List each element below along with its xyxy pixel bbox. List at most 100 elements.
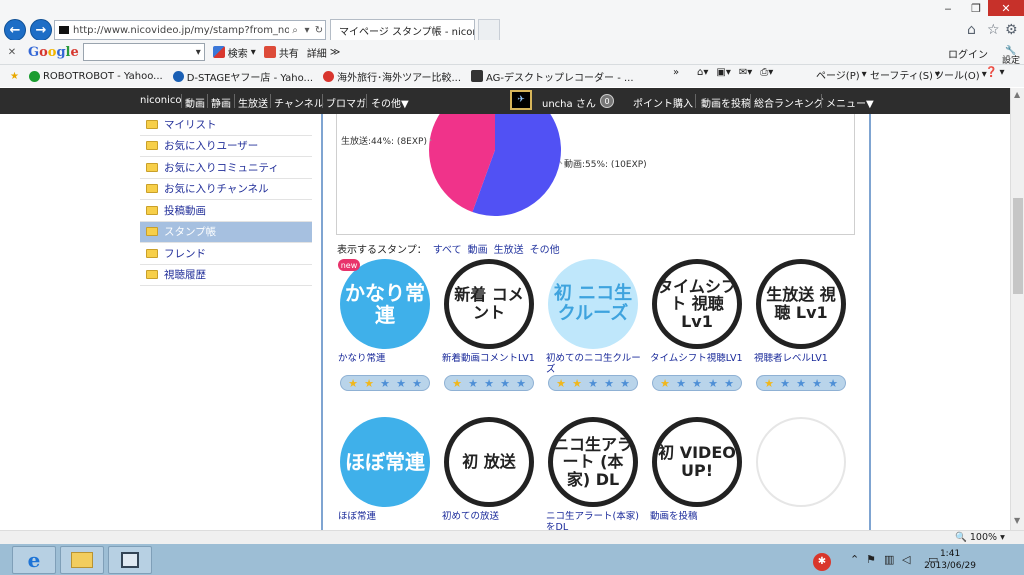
- avatar[interactable]: ✈: [510, 90, 532, 110]
- stamp-card[interactable]: タイムシフト 視聴 Lv1 タイムシフト視聴LV1 ★ ★ ★ ★ ★: [650, 259, 746, 391]
- sidebar-item-uploads[interactable]: 投稿動画: [140, 200, 312, 222]
- settings-button[interactable]: 🔧 設定: [1002, 46, 1020, 66]
- buy-points-link[interactable]: ポイント購入: [633, 95, 693, 110]
- refresh-icon[interactable]: ↻: [313, 25, 325, 36]
- post-video-link[interactable]: 動画を投稿: [701, 95, 751, 110]
- forward-button[interactable]: →: [30, 19, 52, 41]
- stamp-name[interactable]: ほぼ常連: [338, 511, 434, 530]
- sidebar-item-fav-channel[interactable]: お気に入りチャンネル: [140, 179, 312, 200]
- filter-other[interactable]: その他: [530, 245, 560, 256]
- stamp-card[interactable]: ほぼ常連 ほぼ常連: [338, 417, 434, 530]
- google-search-button[interactable]: 検索 ▾: [212, 45, 256, 60]
- restore-button[interactable]: ❐: [962, 0, 990, 16]
- stamp-card[interactable]: 初 ニコ生クルーズ 初めてのニコ生クルーズ ★ ★ ★ ★ ★: [546, 259, 642, 391]
- scroll-down-icon[interactable]: ▼: [1014, 516, 1020, 525]
- stamp-card[interactable]: かなり常連 new かなり常連 ★ ★ ★ ★ ★: [338, 259, 434, 391]
- filter-all[interactable]: すべて: [433, 245, 462, 256]
- tray-volume-icon[interactable]: ◁: [902, 553, 910, 566]
- minimize-button[interactable]: ‒: [934, 0, 962, 16]
- tools-menu[interactable]: ツール(O) ▾: [934, 67, 987, 82]
- stamp-image[interactable]: 初 ニコ生クルーズ: [548, 259, 638, 349]
- sidebar-item-fav-community[interactable]: お気に入りコミュニティ: [140, 157, 312, 179]
- stamp-name[interactable]: 動画を投稿: [650, 511, 746, 530]
- stamp-name[interactable]: [754, 511, 850, 530]
- tray-network-icon[interactable]: ▥: [884, 553, 894, 566]
- stamp-image[interactable]: ほぼ常連: [340, 417, 430, 507]
- home-command-icon[interactable]: ⌂▾: [697, 67, 708, 78]
- stamp-image[interactable]: 生放送 視聴 Lv1: [756, 259, 846, 349]
- stamp-card[interactable]: 初 放送初めての放送: [442, 417, 538, 530]
- zoom-control[interactable]: 🔍 100% ▾: [955, 532, 1005, 543]
- sidebar-item-stamp-book[interactable]: スタンプ帳: [140, 221, 312, 243]
- stamp-image[interactable]: 初 VIDEO UP!: [652, 417, 742, 507]
- stamp-card[interactable]: 初 VIDEO UP! 動画を投稿: [650, 417, 746, 530]
- home-icon[interactable]: ⌂: [967, 22, 976, 38]
- new-tab-button[interactable]: [478, 19, 500, 41]
- nav-seiga[interactable]: 静画: [211, 95, 231, 110]
- favorite-item[interactable]: D-STAGEヤフー店 - Yaho...: [172, 69, 313, 84]
- favorite-item[interactable]: 海外旅行･海外ツアー比較...: [323, 69, 461, 84]
- stamp-image[interactable]: タイムシフト 視聴 Lv1: [652, 259, 742, 349]
- help-menu[interactable]: ❓ ▾: [985, 67, 1004, 78]
- gear-icon[interactable]: ⚙: [1005, 22, 1018, 38]
- tray-alert-icon[interactable]: ✱: [813, 553, 831, 571]
- more-button[interactable]: 詳細 ≫: [307, 45, 340, 60]
- stamp-name[interactable]: ニコ生アラート(本家)をDL: [546, 511, 642, 530]
- search-icon[interactable]: ⌕: [289, 25, 301, 36]
- ranking-link[interactable]: 総合ランキング: [754, 95, 824, 110]
- stamp-name[interactable]: 視聴者レベルLV1: [754, 353, 850, 375]
- menu-dropdown[interactable]: メニュー▼: [826, 95, 874, 110]
- vertical-scrollbar[interactable]: ▲ ▼: [1010, 88, 1024, 530]
- nav-channel[interactable]: チャンネル: [274, 95, 324, 110]
- nav-niconico[interactable]: niconico: [140, 95, 181, 106]
- stamp-name[interactable]: 新着動画コメントLV1: [442, 353, 538, 375]
- sidebar-item-history[interactable]: 視聴履歴: [140, 265, 312, 286]
- google-search-input[interactable]: ▾: [82, 43, 205, 61]
- filter-video[interactable]: 動画: [468, 245, 488, 256]
- share-button[interactable]: 共有: [263, 45, 299, 60]
- taskbar-window-button[interactable]: [108, 546, 152, 574]
- taskbar-ie-button[interactable]: e: [12, 546, 56, 574]
- sidebar-item-fav-users[interactable]: お気に入りユーザー: [140, 136, 312, 157]
- page-menu[interactable]: ページ(P) ▾: [816, 67, 867, 82]
- nav-video[interactable]: 動画: [185, 95, 205, 110]
- tray-flag-icon[interactable]: ⚑: [866, 553, 876, 566]
- dropdown-icon[interactable]: ▾: [301, 25, 313, 36]
- back-button[interactable]: ←: [4, 19, 26, 41]
- favorites-star-icon[interactable]: ☆: [987, 22, 1000, 38]
- scroll-thumb[interactable]: [1013, 198, 1023, 294]
- sidebar-item-friends[interactable]: フレンド: [140, 243, 312, 265]
- add-favorite-icon[interactable]: ★: [10, 71, 19, 82]
- stamp-card[interactable]: 新着 コメント 新着動画コメントLV1 ★ ★ ★ ★ ★: [442, 259, 538, 391]
- stamp-image[interactable]: ニコ生アラート (本家) DL: [548, 417, 638, 507]
- address-bar[interactable]: http://www.nicovideo.jp/my/stamp?from_no…: [54, 20, 326, 40]
- stamp-image[interactable]: かなり常連: [340, 259, 430, 349]
- safety-menu[interactable]: セーフティ(S) ▾: [870, 67, 940, 82]
- stamp-name[interactable]: 初めてのニコ生クルーズ: [546, 353, 642, 375]
- stamp-name[interactable]: かなり常連: [338, 353, 434, 375]
- nav-blomaga[interactable]: ブロマガ: [326, 95, 366, 110]
- print-icon[interactable]: ⎙▾: [760, 67, 773, 78]
- close-window-button[interactable]: ✕: [988, 0, 1024, 16]
- tray-expand-icon[interactable]: ⌃: [850, 553, 859, 566]
- login-link[interactable]: ログイン: [948, 46, 988, 61]
- nav-live[interactable]: 生放送: [238, 95, 268, 110]
- sidebar-item-mylist[interactable]: マイリスト: [140, 114, 312, 136]
- stamp-image[interactable]: 初 放送: [444, 417, 534, 507]
- filter-live[interactable]: 生放送: [494, 245, 524, 256]
- stamp-name[interactable]: 初めての放送: [442, 511, 538, 530]
- favorite-item[interactable]: AG-デスクトップレコーダー - ...: [471, 69, 634, 84]
- favorite-item[interactable]: ROBOTROBOT - Yahoo...: [28, 70, 163, 82]
- taskbar-explorer-button[interactable]: [60, 546, 104, 574]
- user-name[interactable]: uncha さん: [542, 95, 596, 110]
- close-toolbar-icon[interactable]: ✕: [4, 47, 20, 58]
- stamp-name[interactable]: タイムシフト視聴LV1: [650, 353, 746, 375]
- stamp-card[interactable]: [754, 417, 850, 530]
- stamp-image[interactable]: 新着 コメント: [444, 259, 534, 349]
- stamp-card[interactable]: ニコ生アラート (本家) DL ニコ生アラート(本家)をDL: [546, 417, 642, 530]
- nav-more[interactable]: その他▼: [371, 95, 409, 110]
- scroll-up-icon[interactable]: ▲: [1014, 90, 1020, 99]
- stamp-image[interactable]: [756, 417, 846, 507]
- tab-stamp-book[interactable]: マイページ スタンプ帳 - nicon... ×: [330, 19, 475, 41]
- mail-icon[interactable]: ✉▾: [739, 67, 752, 78]
